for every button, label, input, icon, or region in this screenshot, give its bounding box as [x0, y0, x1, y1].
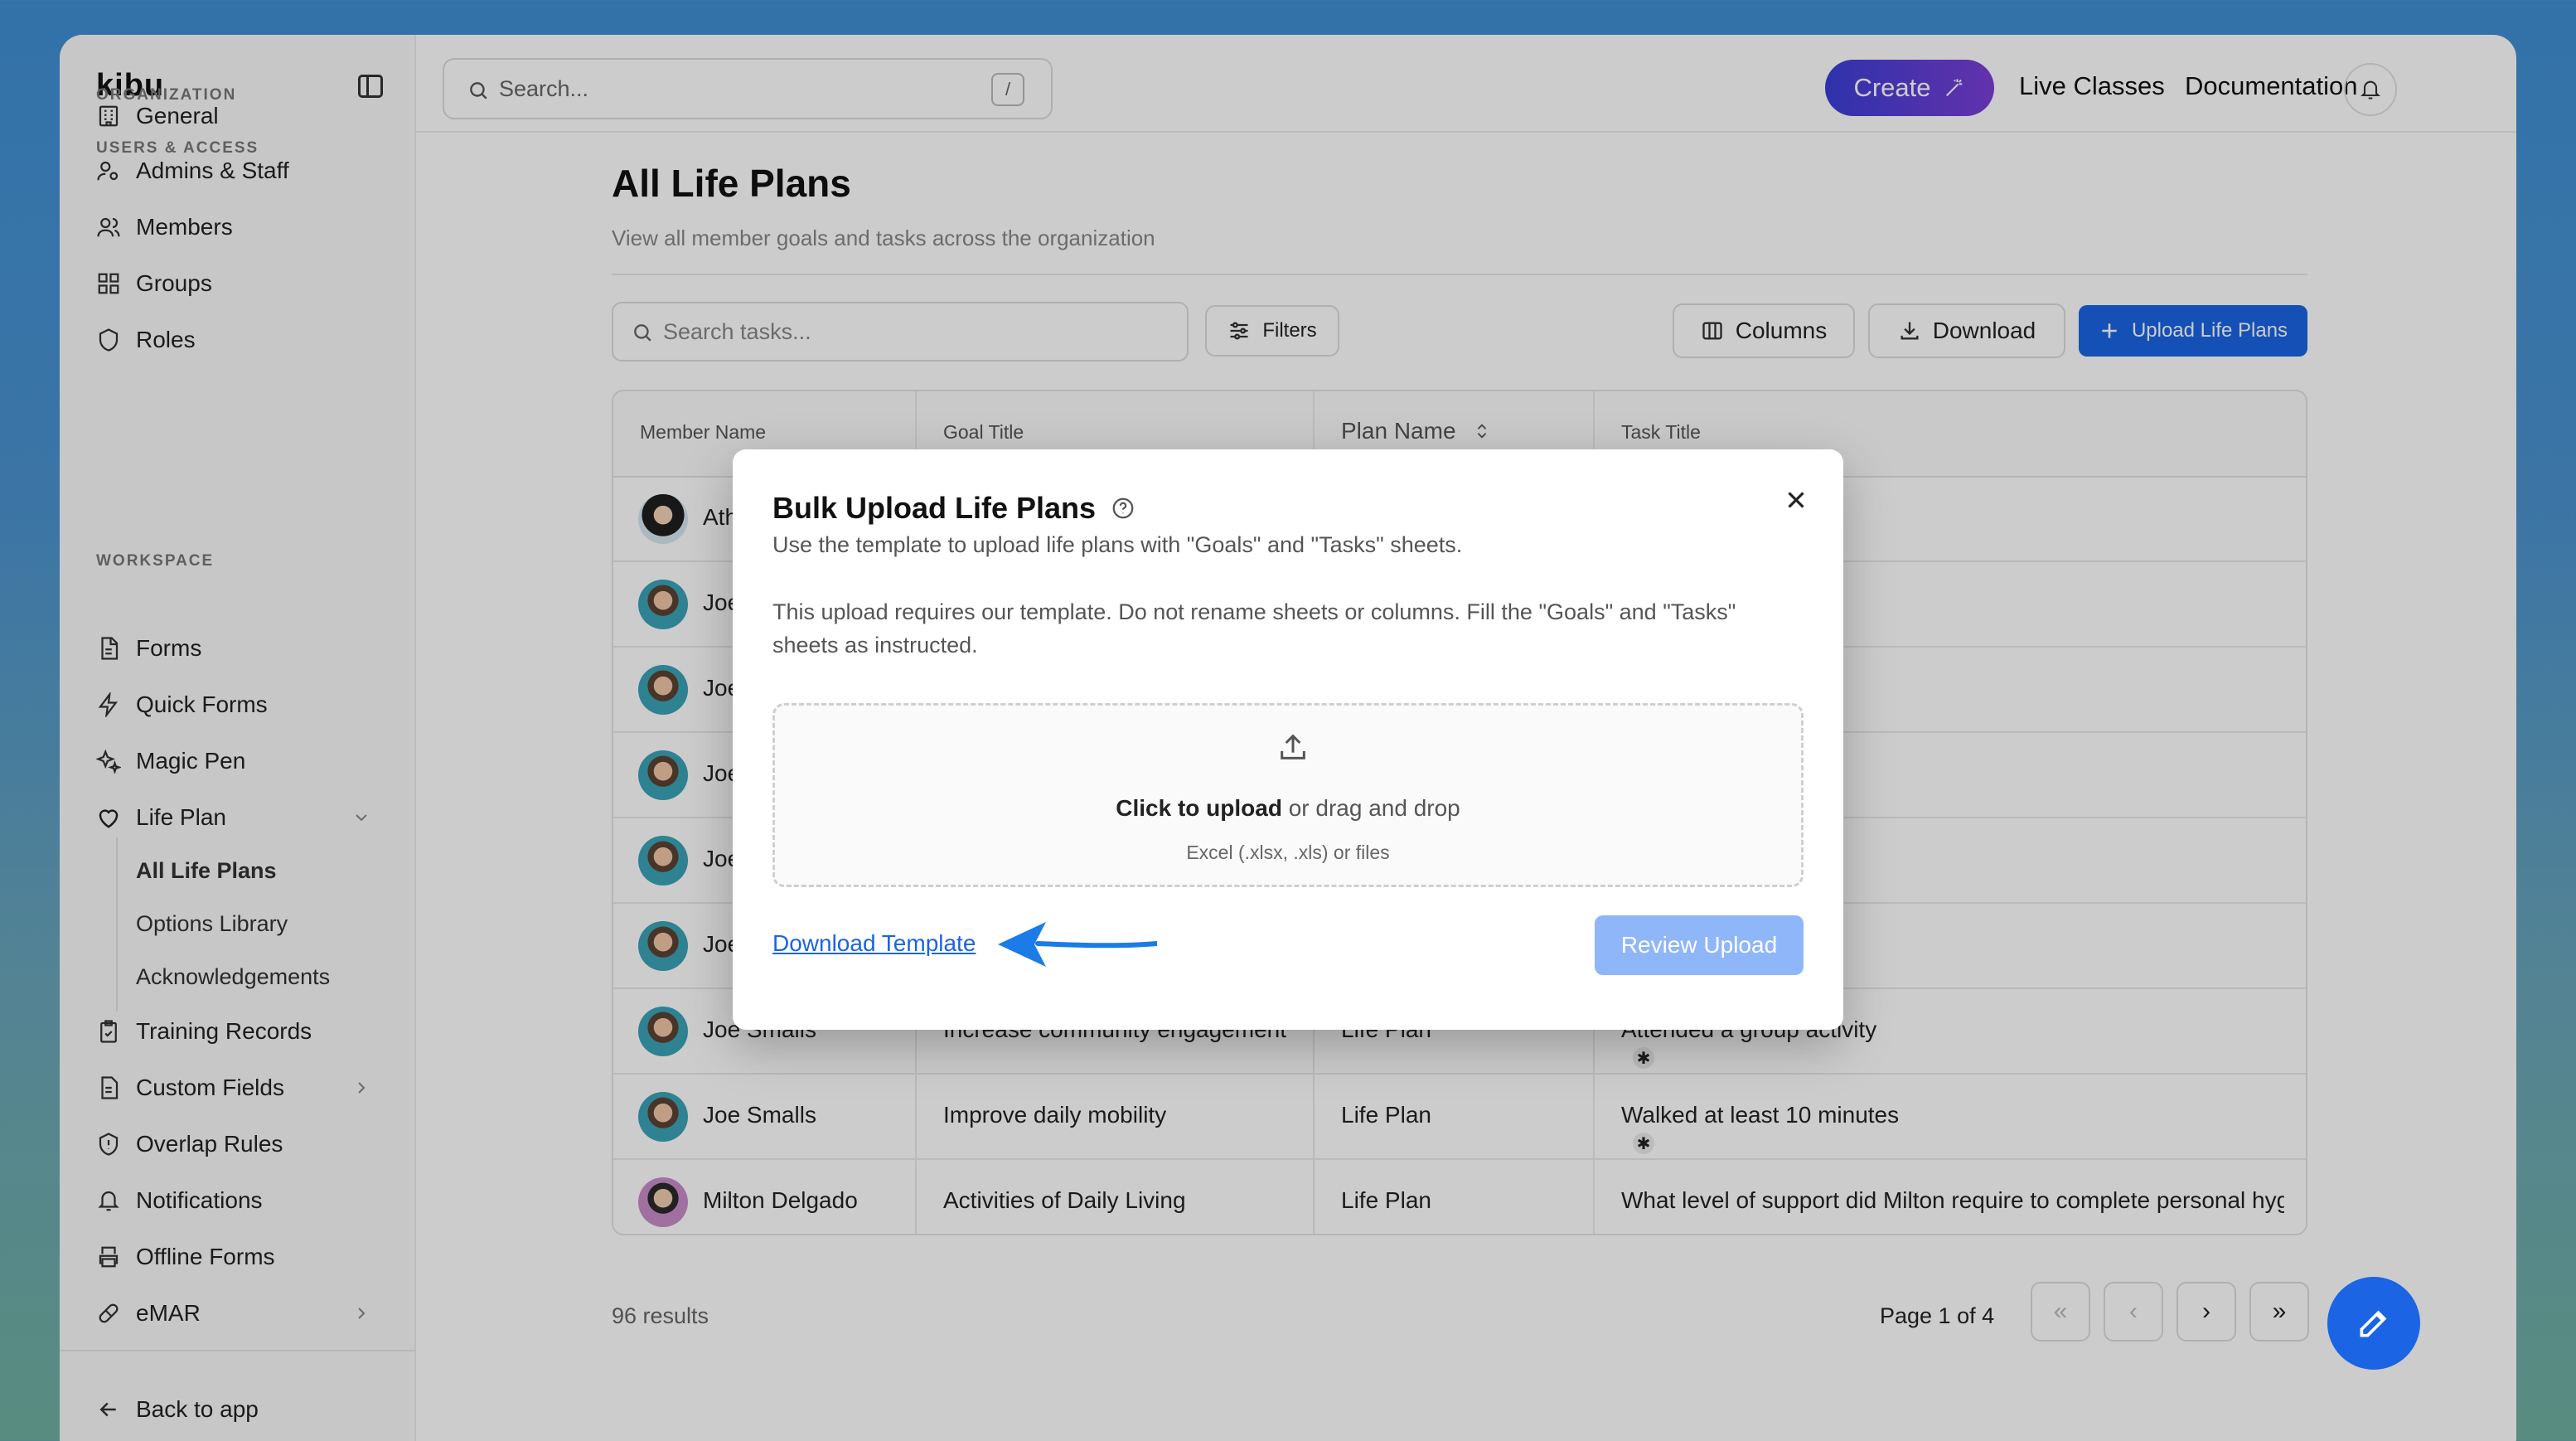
download-template-link[interactable]: Download Template: [772, 930, 976, 957]
dropzone-file-types: Excel (.xlsx, .xls) or files: [1186, 842, 1390, 863]
modal-title-text: Bulk Upload Life Plans: [772, 491, 1097, 525]
file-dropzone[interactable]: Click to upload or drag and drop Excel (…: [772, 703, 1804, 887]
bulk-upload-modal: Bulk Upload Life Plans Use the template …: [733, 449, 1843, 1030]
modal-note: This upload requires our template. Do no…: [772, 599, 1736, 657]
modal-title: Bulk Upload Life Plans: [772, 491, 1135, 526]
close-icon[interactable]: [1782, 486, 1810, 514]
modal-description: Use the template to upload life plans wi…: [772, 532, 1463, 557]
dropzone-text: Click to upload or drag and drop: [775, 795, 1801, 822]
dropzone-rest-text: or drag and drop: [1281, 795, 1460, 821]
arrow-left-annotation-icon: [998, 922, 1157, 967]
compose-fab-button[interactable]: [2327, 1277, 2420, 1370]
upload-icon: [1281, 734, 1305, 759]
dropzone-click-text: Click to upload: [1116, 795, 1282, 821]
edit-icon: [2360, 1310, 2387, 1337]
review-upload-button[interactable]: Review Upload: [1595, 915, 1804, 975]
help-circle-icon[interactable]: [1111, 496, 1135, 521]
